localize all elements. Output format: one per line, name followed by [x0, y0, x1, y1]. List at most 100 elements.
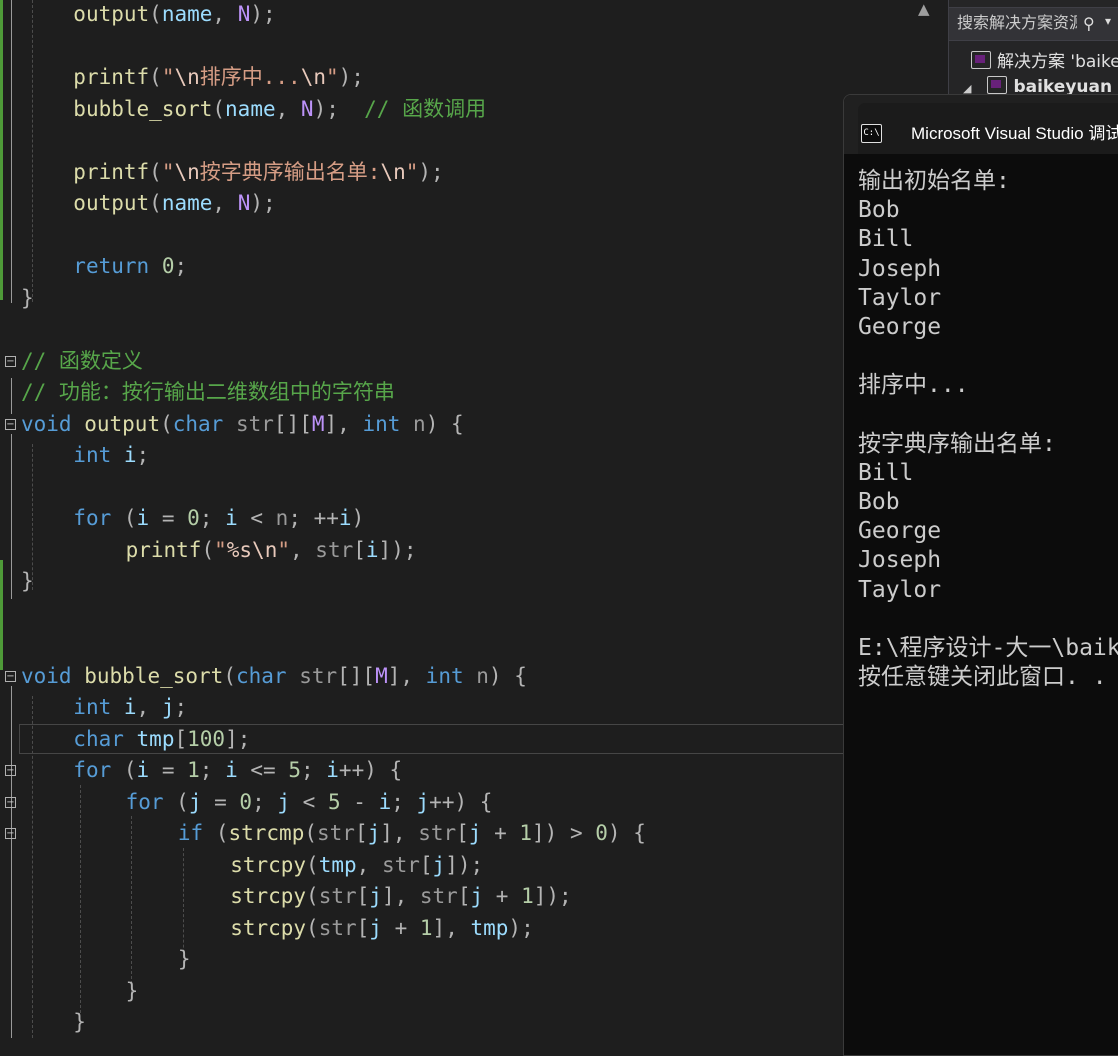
- fold-toggle-icon[interactable]: −: [5, 355, 16, 367]
- code-token: (: [111, 758, 137, 782]
- code-token: (: [304, 821, 317, 845]
- code-token: name: [161, 191, 213, 215]
- code-token: }: [21, 285, 34, 310]
- code-text: int i;: [73, 440, 149, 471]
- solution-search-input[interactable]: [957, 13, 1077, 32]
- code-text: output(name, N);: [73, 0, 275, 30]
- code-token: tmp: [470, 915, 509, 940]
- console-line: Joseph: [858, 547, 942, 574]
- code-token: N: [237, 2, 251, 26]
- code-token: i: [326, 758, 339, 782]
- code-token: ++) {: [429, 789, 493, 814]
- code-token: str: [419, 884, 458, 908]
- code-text: printf("\n排序中...\n");: [73, 62, 364, 93]
- code-line: int i, j;: [0, 692, 910, 723]
- code-token: j: [432, 852, 446, 877]
- code-token: 0: [239, 789, 253, 814]
- code-line: − void bubble_sort(char str[][M], int n) …: [0, 661, 910, 692]
- code-token: [: [174, 726, 188, 751]
- fold-toggle-icon[interactable]: −: [5, 796, 16, 808]
- console-output: 输出初始名单: Bob Bill Joseph Taylor George 排序中... 按字…: [858, 167, 1118, 692]
- code-token: ,: [275, 96, 301, 121]
- code-line: }: [0, 566, 910, 597]
- code-token: 0: [161, 254, 175, 278]
- code-token: ) {: [607, 821, 646, 845]
- console-title: Microsoft Visual Studio 调试控制台: [911, 124, 1118, 143]
- solution-search-box[interactable]: ⚲ ▾: [949, 7, 1118, 41]
- code-token: 5: [288, 758, 301, 782]
- code-token: }: [125, 978, 139, 1003]
- code-token: ": [214, 537, 227, 562]
- code-token: ,: [290, 537, 316, 562]
- code-token: output: [73, 191, 150, 215]
- code-token: printf: [125, 537, 202, 562]
- code-text: strcpy(tmp, str[j]);: [230, 850, 483, 881]
- code-line: output(name, N);: [0, 188, 910, 219]
- code-token: char: [235, 663, 287, 688]
- code-line: printf("%s\n", str[i]);: [0, 535, 910, 566]
- code-token: (: [306, 884, 319, 908]
- scroll-up-arrow-icon[interactable]: ▲: [918, 0, 930, 18]
- fold-toggle-icon[interactable]: −: [5, 670, 16, 682]
- code-token: ]) >: [532, 821, 596, 845]
- code-token: =: [201, 789, 240, 814]
- code-line: strcpy(str[j], str[j + 1]);: [0, 881, 910, 912]
- code-token: [: [353, 537, 366, 562]
- code-token: bubble_sort: [73, 96, 213, 121]
- code-line: −// 函数定义: [0, 346, 910, 377]
- code-token: char: [172, 411, 224, 436]
- code-line: return 0;: [0, 251, 910, 282]
- code-token: +: [481, 821, 520, 845]
- code-token: ;: [136, 443, 150, 467]
- code-token: // 功能：按行输出二维数组中的字符串: [21, 380, 395, 404]
- console-line: Bill: [858, 459, 914, 486]
- search-icon[interactable]: ⚲: [1083, 14, 1095, 33]
- code-token: ": [326, 65, 339, 89]
- code-text: for (i = 1; i <= 5; i++) {: [73, 755, 402, 786]
- code-token: i: [123, 443, 137, 467]
- code-token: str: [299, 663, 338, 688]
- code-token: (: [306, 852, 319, 877]
- code-token: ;: [174, 695, 188, 719]
- code-token: printf: [73, 65, 150, 89]
- code-token: (: [163, 789, 189, 814]
- code-token: }: [21, 569, 34, 593]
- code-token: +: [381, 915, 420, 940]
- code-token: ;: [174, 254, 188, 278]
- code-text: int i, j;: [73, 692, 187, 723]
- code-token: j: [367, 821, 381, 845]
- code-text: if (strcmp(str[j], str[j + 1]) > 0) {: [178, 818, 646, 849]
- code-token: str: [418, 821, 457, 845]
- code-editor[interactable]: output(name, N); printf("\n排序中...\n"); bub…: [0, 0, 910, 1038]
- code-text: output(name, N);: [73, 188, 275, 219]
- fold-toggle-icon[interactable]: −: [5, 828, 16, 839]
- code-token: \n: [300, 65, 326, 89]
- code-token: 0: [187, 506, 200, 530]
- code-token: [: [356, 884, 370, 908]
- code-token: str: [318, 884, 357, 908]
- code-token: tmp: [318, 852, 357, 877]
- chevron-down-icon[interactable]: ▾: [1105, 14, 1111, 28]
- fold-toggle-icon[interactable]: −: [5, 418, 16, 430]
- console-titlebar[interactable]: C:\ Microsoft Visual Studio 调试控制台: [844, 95, 1118, 154]
- console-line: 输出初始名单:: [858, 168, 1010, 194]
- debug-console-window[interactable]: C:\ Microsoft Visual Studio 调试控制台 输出初始名单…: [843, 94, 1118, 1056]
- code-token: ,: [356, 852, 382, 877]
- fold-toggle-icon[interactable]: −: [5, 765, 16, 776]
- code-token: ;: [391, 789, 417, 814]
- code-token: [: [456, 821, 469, 845]
- code-token: i: [365, 537, 379, 562]
- solution-node[interactable]: 解决方案 'baikeyuan': [971, 47, 1118, 73]
- code-text: }: [21, 566, 34, 597]
- code-token: j: [277, 789, 291, 814]
- code-line: printf("\n按字典序输出名单:\n");: [0, 157, 910, 188]
- code-token: ]);: [378, 537, 417, 562]
